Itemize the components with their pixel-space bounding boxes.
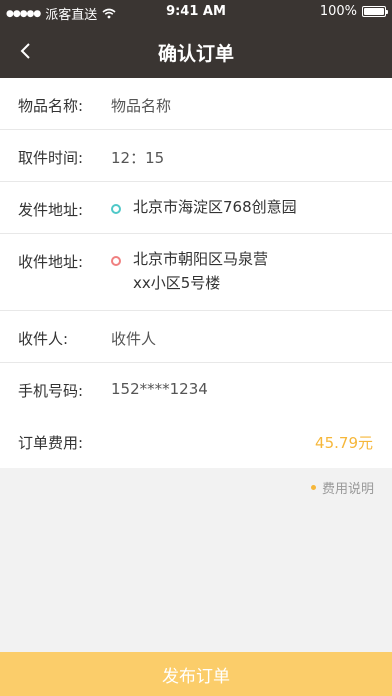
status-right: 100% [319,4,388,19]
sender-location-icon [111,204,121,214]
receiver-location-icon [111,256,121,266]
bullet-dot-icon [310,485,316,490]
battery-fill [364,8,384,15]
fee-row: 订单费用: 45.79元 [0,414,392,468]
receiver-address-label: 收件地址: [18,253,84,271]
fee-amount: 45.79元 [315,434,373,452]
row-item-name[interactable]: 物品名称: 物品名称 [0,78,392,130]
item-name-label: 物品名称: [18,97,84,115]
row-phone[interactable]: 手机号码: 152****1234 [0,363,392,415]
row-pickup-time[interactable]: 取件时间: 12：15 [0,130,392,182]
order-form: 物品名称: 物品名称 取件时间: 12：15 发件地址: 北京市海淀区768创意… [0,78,392,415]
publish-order-button[interactable]: 发布订单 [0,652,392,696]
row-sender-address[interactable]: 发件地址: 北京市海淀区768创意园 [0,182,392,234]
row-receiver-address[interactable]: 收件地址: 北京市朝阳区马泉营 xx小区5号楼 [0,234,392,311]
pickup-time-value: 12：15 [111,149,165,167]
page-title: 确认订单 [157,43,234,65]
receiver-address-line1: 北京市朝阳区马泉营 [133,250,269,268]
sender-address-value: 北京市海淀区768创意园 [133,198,297,216]
fee-label: 订单费用: [18,434,84,452]
row-receiver[interactable]: 收件人: 收件人 [0,311,392,363]
sender-address-label: 发件地址: [18,201,84,219]
phone-label: 手机号码: [18,382,84,400]
receiver-value: 收件人 [111,330,157,348]
receiver-address-value: 北京市朝阳区马泉营 xx小区5号楼 [133,247,268,295]
phone-value: 152****1234 [111,380,208,398]
publish-order-label: 发布订单 [162,666,230,687]
battery-icon [362,6,388,17]
pickup-time-label: 取件时间: [18,149,84,167]
receiver-address-line2: xx小区5号楼 [133,274,221,292]
battery-percent: 100% [319,4,357,19]
fee-explanation-label: 费用说明 [321,482,374,497]
item-name-value: 物品名称 [111,97,172,115]
nav-bar: 确认订单 [0,24,392,78]
receiver-label: 收件人: [18,330,69,348]
status-bar: ●●●●● 派客直送 9:41 AM 100% [0,0,392,24]
fee-explanation-link[interactable]: 费用说明 [310,478,374,497]
